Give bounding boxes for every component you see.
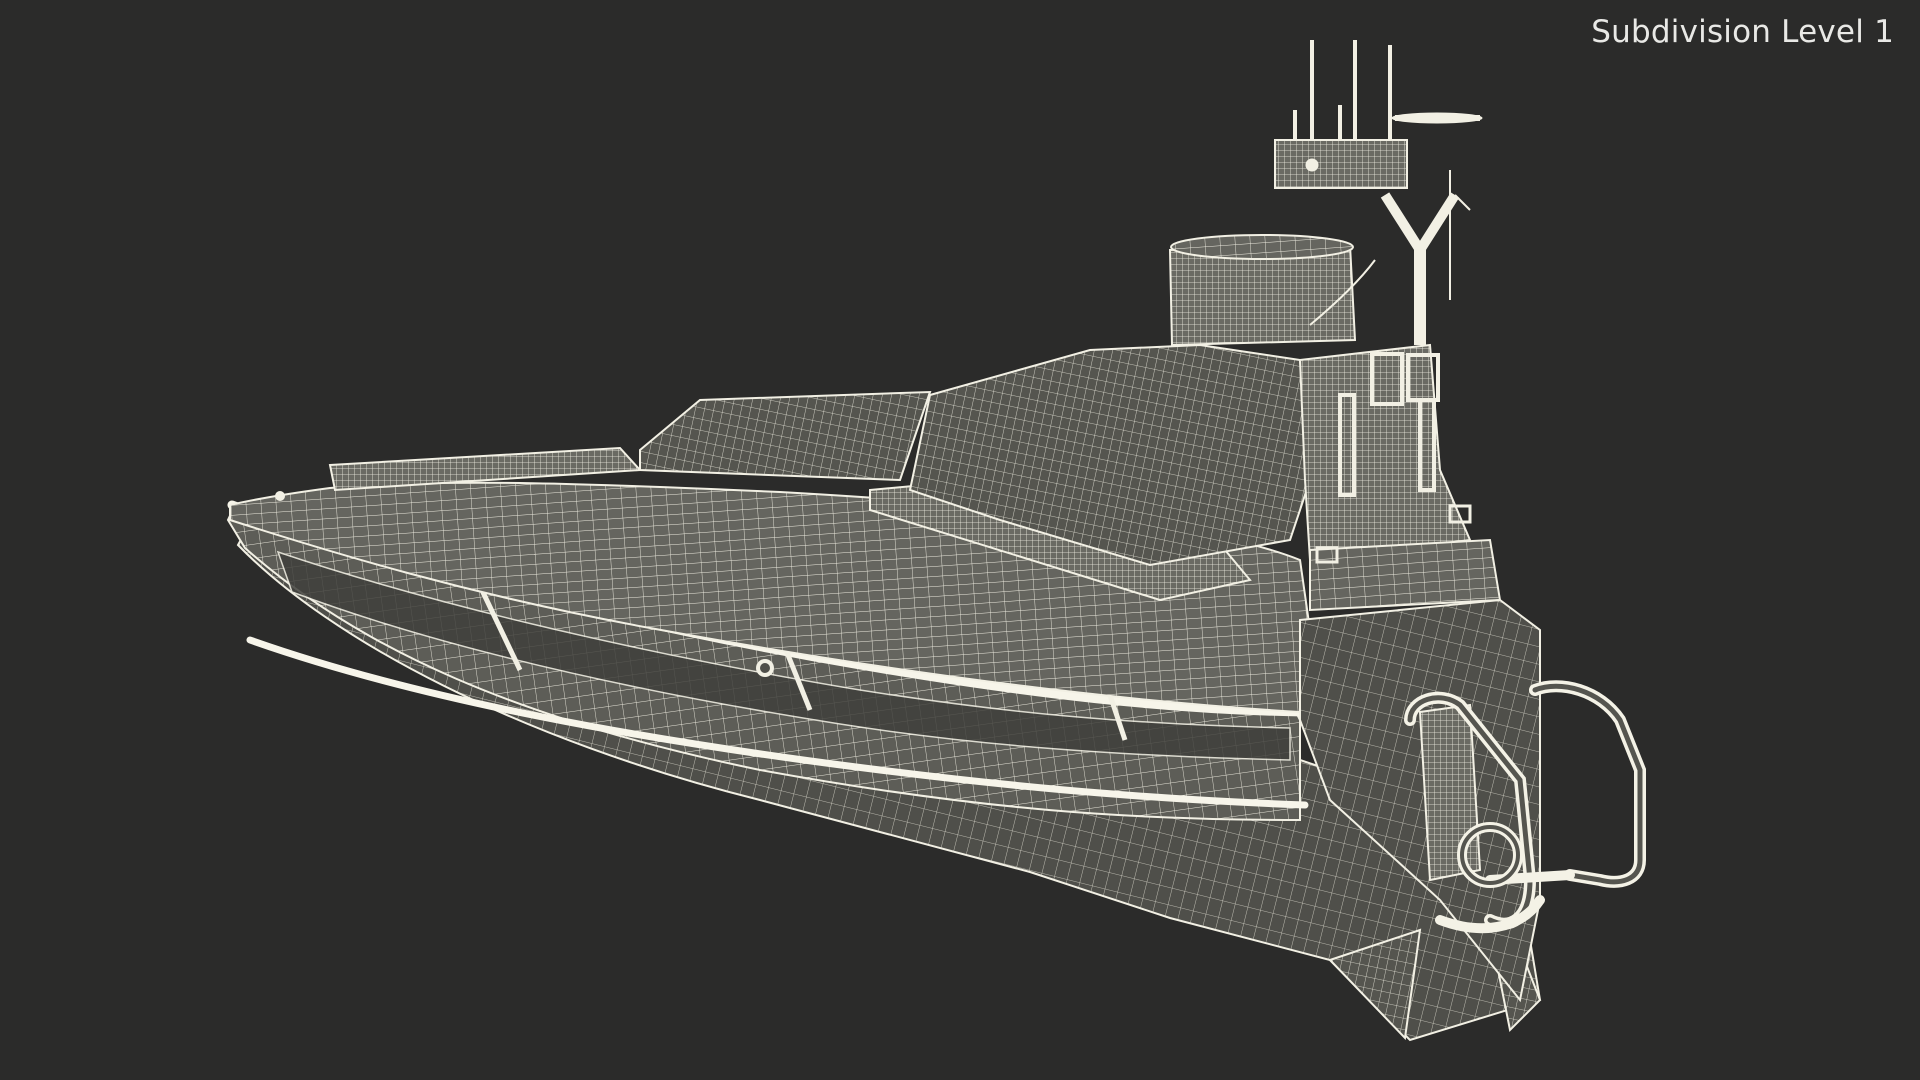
3d-viewport[interactable]: Subdivision Level 1 (0, 0, 1920, 1080)
radar-dome (1168, 234, 1357, 347)
boat-wireframe-model (226, 40, 1646, 1042)
